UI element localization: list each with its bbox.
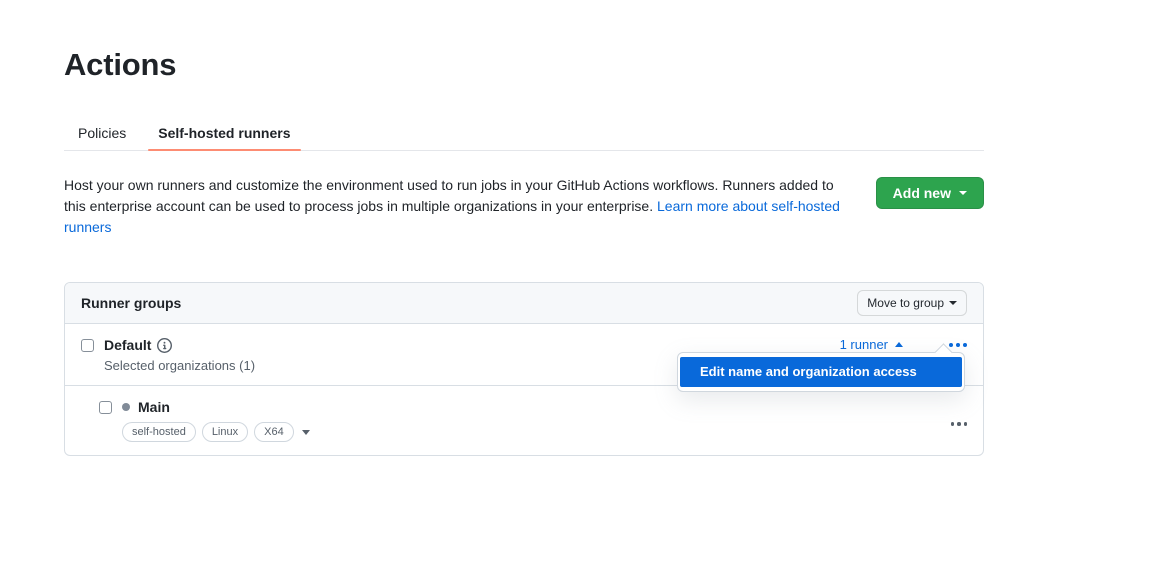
kebab-dot [949,343,953,347]
kebab-dot [956,343,960,347]
runner-name: Main [138,398,170,416]
page-root: Actions Policies Self-hosted runners Hos… [0,0,1164,578]
runner-kebab-menu-button[interactable] [951,420,968,428]
page-content: Actions Policies Self-hosted runners Hos… [64,0,984,456]
group-kebab-menu-button[interactable] [949,341,967,349]
kebab-dot [964,422,968,426]
runner-label: X64 [254,422,294,442]
runner-row-main: Main self-hosted Linux X64 [65,386,983,455]
tab-policies[interactable]: Policies [64,126,142,150]
chevron-down-icon [959,191,967,195]
tab-navigation: Policies Self-hosted runners [64,115,984,151]
runner-info: Main self-hosted Linux X64 [122,398,951,442]
runner-checkbox[interactable] [99,401,112,414]
kebab-dot [963,343,967,347]
add-new-label: Add new [893,185,951,201]
chevron-down-icon [949,301,957,305]
runner-count-toggle[interactable]: 1 runner [840,337,903,352]
description-text: Host your own runners and customize the … [64,175,842,238]
runner-group-row-default: Default Selected organizations (1) 1 run… [65,324,983,386]
chevron-up-icon [895,342,903,347]
move-to-group-label: Move to group [867,296,944,310]
move-to-group-button[interactable]: Move to group [857,290,967,316]
kebab-dot [951,422,955,426]
tab-self-hosted-runners[interactable]: Self-hosted runners [142,126,306,150]
runner-groups-header: Runner groups Move to group [65,283,983,324]
info-icon[interactable] [157,338,172,353]
group-actions-dropdown: Edit name and organization access [677,352,965,392]
runner-label: self-hosted [122,422,196,442]
group-checkbox[interactable] [81,339,94,352]
kebab-dot [957,422,961,426]
runner-title-line: Main [122,398,951,416]
runner-status-dot-icon [122,403,130,411]
runner-groups-title: Runner groups [81,295,181,311]
menu-item-edit-name-and-organization-access[interactable]: Edit name and organization access [680,357,962,387]
group-name: Default [104,336,151,354]
runner-groups-card: Runner groups Move to group Default [64,282,984,456]
description-row: Host your own runners and customize the … [64,175,984,238]
runner-label: Linux [202,422,248,442]
runner-row-actions [951,420,968,428]
runner-count-label: 1 runner [840,337,888,352]
page-title: Actions [64,0,984,83]
add-new-button[interactable]: Add new [876,177,984,209]
labels-chevron-down-icon[interactable] [302,430,310,435]
runner-labels: self-hosted Linux X64 [122,422,951,442]
